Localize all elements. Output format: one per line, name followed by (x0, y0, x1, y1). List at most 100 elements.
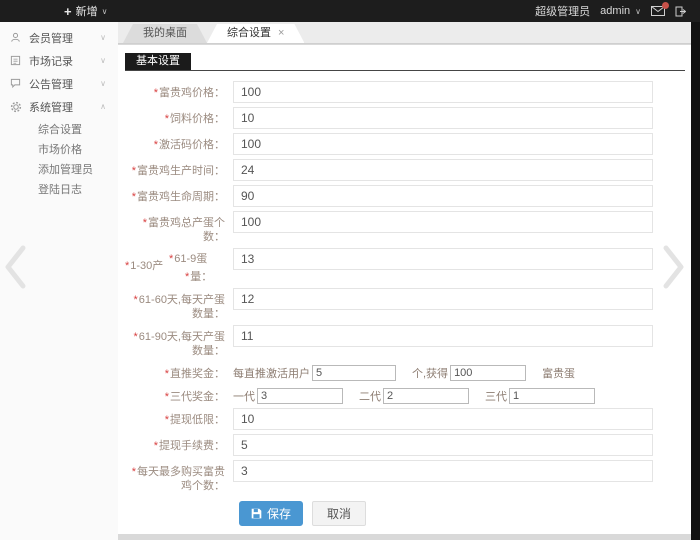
referral-users-input[interactable] (312, 365, 396, 381)
feed-price-input[interactable] (233, 107, 653, 129)
inline-label: 个,获得 (412, 365, 448, 381)
chicken-price-input[interactable] (233, 81, 653, 103)
tab-bar: 我的桌面 综合设置 × (118, 22, 691, 44)
chevron-down-icon: ∨ (100, 79, 106, 88)
required-marker: * (165, 113, 169, 125)
form-row: *富贵鸡价格： (125, 81, 691, 103)
production-time-input[interactable] (233, 159, 653, 181)
field-label: *每天最多购买富贵鸡个数： (125, 460, 225, 493)
field-label: *富贵鸡价格： (125, 81, 225, 100)
required-marker: * (154, 440, 158, 452)
sidebar-item-label: 会员管理 (29, 30, 73, 46)
required-marker: * (134, 294, 138, 306)
field-label-text: 直推奖金： (170, 368, 225, 380)
life-cycle-input[interactable] (233, 185, 653, 207)
field-label-text: 激活码价格： (159, 139, 225, 151)
form-row-direct-bonus: *直推奖金： 每直推激活用户 个,获得 富贵蛋 (125, 362, 691, 381)
required-marker: * (165, 368, 169, 380)
form-row: *每天最多购买富贵鸡个数： (125, 460, 691, 493)
field-label-text: 富贵鸡价格： (159, 87, 225, 99)
sidebar-item-label: 公告管理 (29, 76, 73, 92)
field-label-text: 61-60天,每天产蛋数量： (139, 294, 225, 320)
required-marker: * (132, 466, 136, 478)
comment-icon (10, 78, 24, 89)
total-eggs-input[interactable] (233, 211, 653, 233)
field-label: *富贵鸡生命周期： (125, 185, 225, 204)
sidebar-item-login-log[interactable]: 登陆日志 (0, 180, 118, 200)
withdraw-fee-input[interactable] (233, 434, 653, 456)
field-label: *富贵鸡生产时间： (125, 159, 225, 178)
cancel-button[interactable]: 取消 (312, 501, 366, 526)
eggs-61-90-input[interactable] (233, 325, 653, 347)
logout-button[interactable] (675, 6, 686, 17)
field-label-text: 提现低限： (170, 414, 225, 426)
system-submenu: 综合设置 市场价格 添加管理员 登陆日志 (0, 118, 118, 204)
required-marker: * (134, 331, 138, 343)
sidebar-item-market-prices[interactable]: 市场价格 (0, 140, 118, 160)
tab-general-settings[interactable]: 综合设置 × (207, 24, 304, 43)
window-edge (691, 0, 700, 540)
form-row: *富贵鸡总产蛋个数： (125, 211, 691, 244)
logout-icon (675, 6, 686, 17)
sidebar-item-system[interactable]: 系统管理 ∧ (0, 95, 118, 118)
save-button[interactable]: 保存 (239, 501, 303, 526)
daily-buy-limit-input[interactable] (233, 460, 653, 482)
field-label-text: 饲料价格： (170, 113, 225, 125)
inline-label: 二代 (359, 388, 381, 404)
required-marker: * (132, 191, 136, 203)
gear-icon (10, 101, 24, 113)
field-label-fragment: *量： (185, 270, 212, 284)
user-role-label: 超级管理员 (535, 3, 590, 19)
field-label: *激活码价格： (125, 133, 225, 152)
sidebar-item-members[interactable]: 会员管理 ∨ (0, 26, 118, 49)
required-marker: * (143, 217, 147, 229)
form-row-generation-bonus: *三代奖金： 一代 二代 三代 (125, 385, 691, 404)
list-icon (10, 55, 24, 66)
referral-eggs-input[interactable] (450, 365, 526, 381)
gen3-bonus-input[interactable] (509, 388, 595, 404)
close-icon[interactable]: × (278, 24, 284, 43)
sidebar-item-announcements[interactable]: 公告管理 ∨ (0, 72, 118, 95)
gen1-bonus-input[interactable] (257, 388, 343, 404)
required-marker: * (185, 271, 189, 283)
prev-arrow-icon[interactable] (2, 244, 28, 295)
form-row: *提现手续费： (125, 434, 691, 456)
user-menu[interactable]: admin ∨ (600, 5, 641, 17)
sidebar-item-add-admin[interactable]: 添加管理员 (0, 160, 118, 180)
form-row-smudged: *1-30产 *61-9蛋 *量： (125, 248, 691, 284)
new-button-label: 新增 (76, 3, 98, 19)
sidebar-item-label: 市场记录 (29, 53, 73, 69)
sidebar-item-market-records[interactable]: 市场记录 ∨ (0, 49, 118, 72)
field-label-fragment: *1-30产 (125, 259, 163, 273)
form-row: *61-90天,每天产蛋数量： (125, 325, 691, 358)
user-icon (10, 32, 24, 43)
chevron-up-icon: ∧ (100, 102, 106, 111)
required-marker: * (169, 253, 173, 265)
field-label-text: 三代奖金： (170, 391, 225, 403)
topbar-right: 超级管理员 admin ∨ (535, 3, 686, 19)
notification-badge (662, 2, 669, 9)
field-label: *三代奖金： (125, 385, 225, 404)
form-row: *提现低限： (125, 408, 691, 430)
form-row: *饲料价格： (125, 107, 691, 129)
messages-button[interactable] (651, 6, 665, 16)
withdraw-min-input[interactable] (233, 408, 653, 430)
tab-my-desktop[interactable]: 我的桌面 (123, 24, 207, 43)
gen2-bonus-input[interactable] (383, 388, 469, 404)
save-icon (251, 508, 262, 519)
field-label: *提现低限： (125, 408, 225, 427)
settings-panel: 基本设置 *富贵鸡价格： *饲料价格： *激活码价格： *富贵鸡生产时间： *富… (118, 45, 691, 534)
activation-code-price-input[interactable] (233, 133, 653, 155)
basic-settings-form: *富贵鸡价格： *饲料价格： *激活码价格： *富贵鸡生产时间： *富贵鸡生命周… (118, 71, 691, 526)
eggs-1-30-input[interactable] (233, 248, 653, 270)
form-row: *61-60天,每天产蛋数量： (125, 288, 691, 321)
eggs-61-60-input[interactable] (233, 288, 653, 310)
required-marker: * (132, 165, 136, 177)
next-arrow-icon[interactable] (661, 244, 687, 295)
save-button-label: 保存 (267, 505, 291, 522)
new-button[interactable]: + 新增 ∨ (64, 3, 107, 19)
sidebar-item-general-settings[interactable]: 综合设置 (0, 120, 118, 140)
form-row: *富贵鸡生命周期： (125, 185, 691, 207)
direct-bonus-fields: 每直推激活用户 个,获得 富贵蛋 (233, 362, 575, 381)
inline-label: 三代 (485, 388, 507, 404)
